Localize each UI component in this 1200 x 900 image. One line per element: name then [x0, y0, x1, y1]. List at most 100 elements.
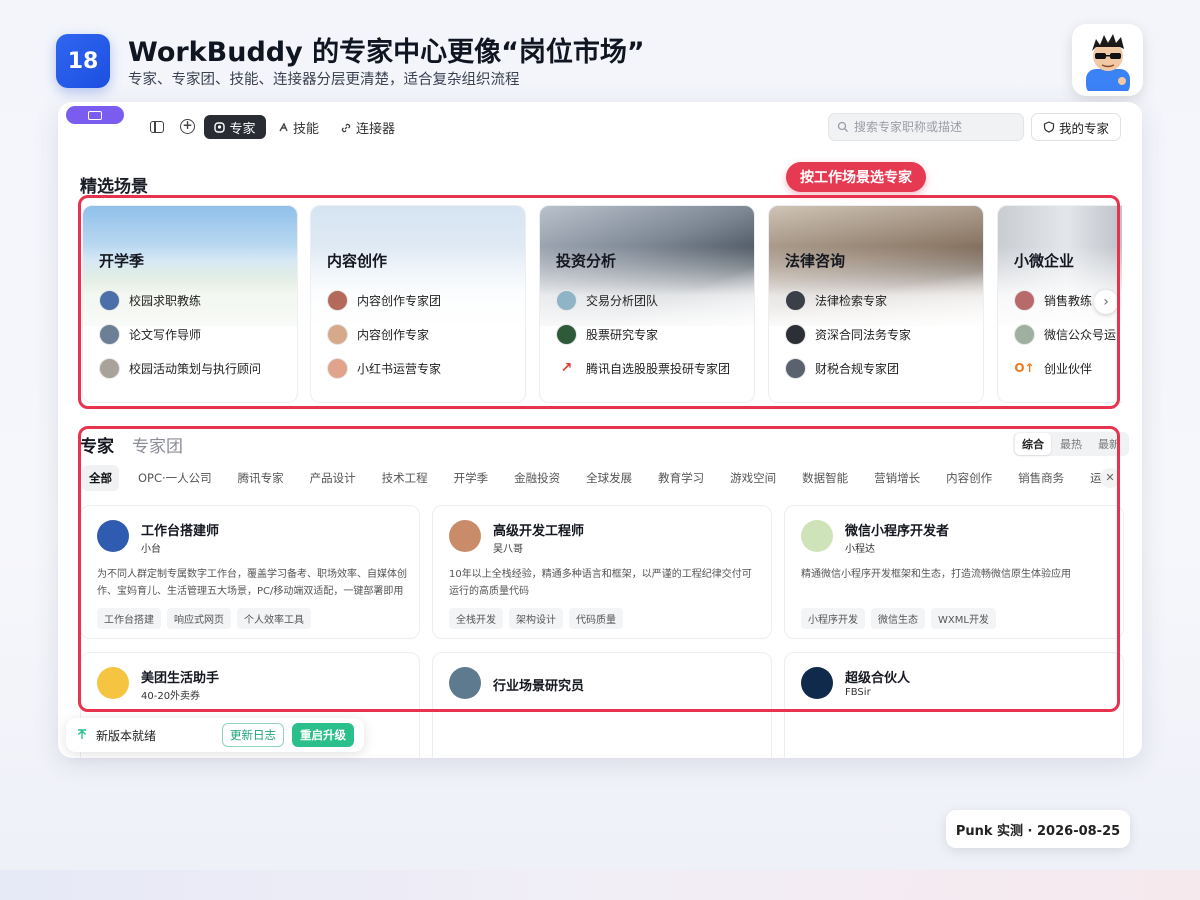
footer-credit: Punk 实测 · 2026-08-25 [946, 810, 1130, 848]
tag[interactable]: 架构设计 [509, 608, 563, 629]
chip[interactable]: 营销增长 [867, 465, 927, 491]
scene-item[interactable]: 法律检索专家 [785, 290, 887, 311]
avatar [449, 667, 481, 699]
avatar [556, 290, 577, 311]
scene-item[interactable]: 校园求职教练 [99, 290, 201, 311]
sidebar-toggle-icon[interactable] [150, 121, 164, 133]
meituan-mascot-icon [97, 667, 129, 699]
update-text: 新版本就绪 [96, 728, 157, 743]
chip-all[interactable]: 全部 [82, 465, 119, 491]
tag[interactable]: WXML开发 [931, 608, 996, 629]
scene-item[interactable]: 微信公众号运 [1014, 324, 1116, 345]
tab-skills[interactable]: 技能 [278, 118, 319, 137]
tag[interactable]: 微信生态 [871, 608, 925, 629]
shield-icon [1043, 121, 1055, 133]
avatar [449, 520, 481, 552]
monitor-icon [88, 110, 102, 120]
tag[interactable]: 代码质量 [569, 608, 623, 629]
featured-scenes-row: 开学季 校园求职教练 论文写作导师 校园活动策划与执行顾问 内容创作 内容创作专… [82, 205, 1122, 403]
expert-alias: 小台 [141, 544, 161, 555]
tag[interactable]: 工作台搭建 [97, 608, 161, 629]
chip[interactable]: 内容创作 [939, 465, 999, 491]
expert-card[interactable]: 微信小程序开发者 小程达 精通微信小程序开发框架和生态，打造流畅微信原生体验应用… [784, 505, 1124, 639]
window-pill[interactable] [66, 106, 124, 124]
avatar [785, 324, 806, 345]
scene-item[interactable]: O↑ 创业伙伴 [1014, 358, 1092, 379]
slide-number-badge: 18 [56, 34, 110, 88]
skills-icon [279, 122, 288, 132]
chip[interactable]: 游戏空间 [723, 465, 783, 491]
expert-alias: 吴八哥 [493, 544, 523, 555]
restart-upgrade-button[interactable]: 重启升级 [292, 723, 354, 747]
sort-new[interactable]: 最新 [1091, 433, 1127, 455]
expert-card[interactable]: 行业场景研究员 [432, 652, 772, 758]
avatar [556, 324, 577, 345]
tag[interactable]: 全栈开发 [449, 608, 503, 629]
slide-subtitle: 专家、专家团、技能、连接器分层更清楚，适合复杂组织流程 [128, 72, 520, 88]
tag[interactable]: 小程序开发 [801, 608, 865, 629]
scene-item[interactable]: 销售教练 [1014, 290, 1092, 311]
sort-comprehensive[interactable]: 综合 [1015, 433, 1051, 455]
expert-card[interactable]: 工作台搭建师 小台 为不同人群定制专属数字工作台，覆盖学习备考、职场效率、自媒体… [80, 505, 420, 639]
chip[interactable]: OPC·一人公司 [131, 465, 219, 491]
chip[interactable]: 教育学习 [651, 465, 711, 491]
scene-item[interactable]: 小红书运营专家 [327, 358, 441, 379]
featured-title: 精选场景 [80, 177, 148, 197]
expert-card[interactable]: 超级合伙人 FBSir [784, 652, 1124, 758]
my-experts-button[interactable]: 我的专家 [1031, 113, 1121, 141]
scene-title: 法律咨询 [785, 252, 846, 270]
tag[interactable]: 个人效率工具 [237, 608, 311, 629]
tag[interactable]: 响应式网页 [167, 608, 231, 629]
chip[interactable]: 全球发展 [579, 465, 639, 491]
category-chips: 全部 OPC·一人公司 腾讯专家 产品设计 技术工程 开学季 金融投资 全球发展 教育学习 游戏空… [82, 465, 1118, 491]
tab-expert-teams[interactable]: 专家团 [132, 432, 183, 457]
tab-experts[interactable]: 专家 [204, 115, 266, 139]
expert-center-window: + 专家 技能 连接器 我的专家 精选场景 按工作场景选专家 开学季 校园求职教… [58, 102, 1142, 758]
scene-card-invest[interactable]: 投资分析 交易分析团队 股票研究专家 ↗ 腾讯自选股股票投研专家团 [539, 205, 755, 403]
expert-desc: 为不同人群定制专属数字工作台，覆盖学习备考、职场效率、自媒体创作、宝妈育儿、生活… [97, 569, 407, 597]
avatar [327, 324, 348, 345]
scene-card-legal[interactable]: 法律咨询 法律检索专家 资深合同法务专家 财税合规专家团 [768, 205, 984, 403]
scene-item[interactable]: 股票研究专家 [556, 324, 658, 345]
chip[interactable]: 开学季 [447, 465, 496, 491]
scene-card-content[interactable]: 内容创作 内容创作专家团 内容创作专家 小红书运营专家 [310, 205, 526, 403]
bottom-gradient [0, 870, 1200, 900]
chip[interactable]: 销售商务 [1011, 465, 1071, 491]
chip[interactable]: 产品设计 [303, 465, 363, 491]
search-input[interactable] [854, 120, 1014, 134]
chip[interactable]: 金融投资 [507, 465, 567, 491]
update-notification: 新版本就绪 更新日志 重启升级 [66, 718, 364, 752]
scene-item[interactable]: 资深合同法务专家 [785, 324, 911, 345]
chip[interactable]: 数据智能 [795, 465, 855, 491]
scene-item[interactable]: 论文写作导师 [99, 324, 201, 345]
expert-alias: FBSir [845, 687, 871, 698]
tab-connectors[interactable]: 连接器 [340, 118, 395, 137]
search-icon [837, 121, 848, 132]
close-icon[interactable]: ✕ [1100, 468, 1120, 488]
scene-title: 小微企业 [1014, 252, 1075, 270]
scene-item[interactable]: 交易分析团队 [556, 290, 658, 311]
scene-item[interactable]: 财税合规专家团 [785, 358, 899, 379]
chip[interactable]: 技术工程 [375, 465, 435, 491]
sort-hot[interactable]: 最热 [1053, 433, 1089, 455]
scroll-right-icon[interactable]: › [1094, 290, 1118, 314]
expert-tags: 小程序开发 微信生态 WXML开发 [801, 608, 996, 629]
tencent-stock-icon: ↗ [556, 358, 577, 379]
expert-name: 微信小程序开发者 [845, 524, 950, 539]
expert-tags: 全栈开发 架构设计 代码质量 [449, 608, 623, 629]
changelog-button[interactable]: 更新日志 [222, 723, 284, 747]
scene-card-school[interactable]: 开学季 校园求职教练 论文写作导师 校园活动策划与执行顾问 [82, 205, 298, 403]
search-field[interactable] [828, 113, 1024, 141]
scene-item[interactable]: 校园活动策划与执行顾问 [99, 358, 261, 379]
tab-experts-list[interactable]: 专家 [80, 432, 114, 457]
avatar [1014, 324, 1035, 345]
new-plus-icon[interactable]: + [180, 119, 195, 134]
scene-item[interactable]: 内容创作专家团 [327, 290, 441, 311]
scene-item[interactable]: 内容创作专家 [327, 324, 429, 345]
avatar [1014, 290, 1035, 311]
expert-card[interactable]: 高级开发工程师 吴八哥 10年以上全栈经验，精通多种语言和框架，以严谨的工程纪律… [432, 505, 772, 639]
tab-experts-label: 专家 [229, 121, 256, 137]
scene-item[interactable]: ↗ 腾讯自选股股票投研专家团 [556, 358, 730, 379]
expert-alias: 40-20外卖券 [141, 691, 201, 702]
chip[interactable]: 腾讯专家 [231, 465, 291, 491]
